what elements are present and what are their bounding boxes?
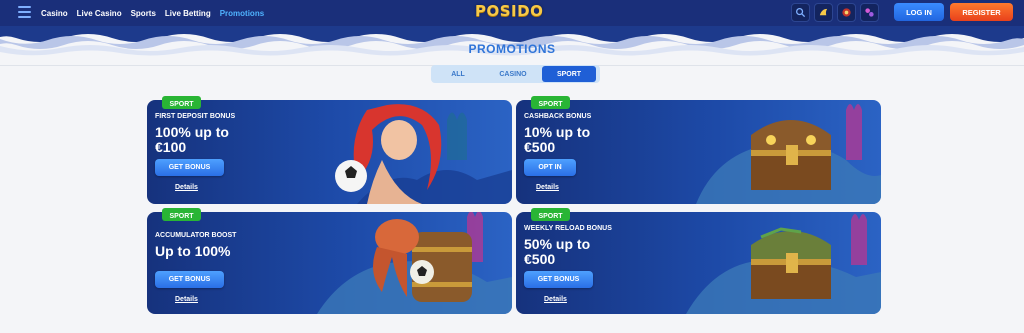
promo-filter-tabs: ALL CASINO SPORT — [431, 65, 600, 83]
promo-card-first-deposit: SPORT FIRST DEPOSIT BONUS 100% up to €10… — [147, 96, 512, 204]
promo-offer-line2: €500 — [524, 251, 556, 267]
category-badge: SPORT — [531, 208, 570, 221]
chest-illustration — [751, 227, 831, 299]
get-bonus-button[interactable]: GET BONUS — [524, 271, 593, 288]
details-link[interactable]: Details — [175, 184, 198, 191]
logo[interactable]: POSIDO — [475, 2, 543, 20]
category-badge: SPORT — [531, 96, 570, 109]
tab-casino[interactable]: CASINO — [484, 66, 542, 82]
promo-card-accumulator-boost: SPORT ACCUMULATOR BOOST Up to 100% GET B… — [147, 208, 512, 316]
promo-title: WEEKLY RELOAD BONUS — [524, 225, 612, 232]
promo-card-weekly-reload: SPORT WEEKLY RELOAD BONUS 50% up to €500… — [516, 208, 881, 316]
nav-live-casino[interactable]: Live Casino — [77, 9, 122, 18]
category-badge: SPORT — [162, 208, 201, 221]
get-bonus-button[interactable]: GET BONUS — [155, 271, 224, 288]
promo-card-cashback: SPORT CASHBACK BONUS 10% up to €500 OPT … — [516, 96, 881, 204]
main-nav: Casino Live Casino Sports Live Betting P… — [41, 0, 264, 26]
details-link[interactable]: Details — [175, 296, 198, 303]
register-button[interactable]: REGISTER — [950, 3, 1013, 21]
casino-icon[interactable] — [837, 3, 856, 22]
promo-offer-line2: €100 — [155, 139, 187, 155]
nav-sports[interactable]: Sports — [131, 9, 156, 18]
details-link[interactable]: Details — [536, 184, 559, 191]
promo-offer-line1: 10% up to — [524, 124, 591, 140]
promo-title: FIRST DEPOSIT BONUS — [155, 113, 236, 120]
opt-in-button[interactable]: OPT IN — [524, 159, 576, 176]
treasure-chest-illustration — [751, 120, 831, 190]
get-bonus-button[interactable]: GET BONUS — [155, 159, 224, 176]
page-title: PROMOTIONS — [468, 42, 556, 56]
promo-offer-line1: 50% up to — [524, 236, 591, 252]
mermaid-illustration — [335, 104, 442, 204]
live-casino-icon[interactable] — [860, 3, 879, 22]
hamburger-menu-icon[interactable] — [18, 6, 31, 18]
category-badge: SPORT — [162, 96, 201, 109]
sportsbook-icon[interactable] — [814, 3, 833, 22]
promo-title: ACCUMULATOR BOOST — [155, 232, 237, 239]
nav-live-betting[interactable]: Live Betting — [165, 9, 211, 18]
promo-offer-line1: 100% up to — [155, 124, 229, 140]
nav-promotions[interactable]: Promotions — [220, 9, 264, 18]
top-bar: Casino Live Casino Sports Live Betting P… — [0, 0, 1024, 26]
octopus-barrel-illustration — [373, 219, 472, 302]
login-button[interactable]: LOG IN — [894, 3, 944, 21]
promo-offer-line2: €500 — [524, 139, 556, 155]
promo-title: CASHBACK BONUS — [524, 113, 592, 120]
nav-casino[interactable]: Casino — [41, 9, 68, 18]
promo-offer-line1: Up to 100% — [155, 243, 231, 259]
tab-sport[interactable]: SPORT — [542, 66, 596, 82]
search-icon[interactable] — [791, 3, 810, 22]
tab-all[interactable]: ALL — [432, 66, 484, 82]
details-link[interactable]: Details — [544, 296, 567, 303]
